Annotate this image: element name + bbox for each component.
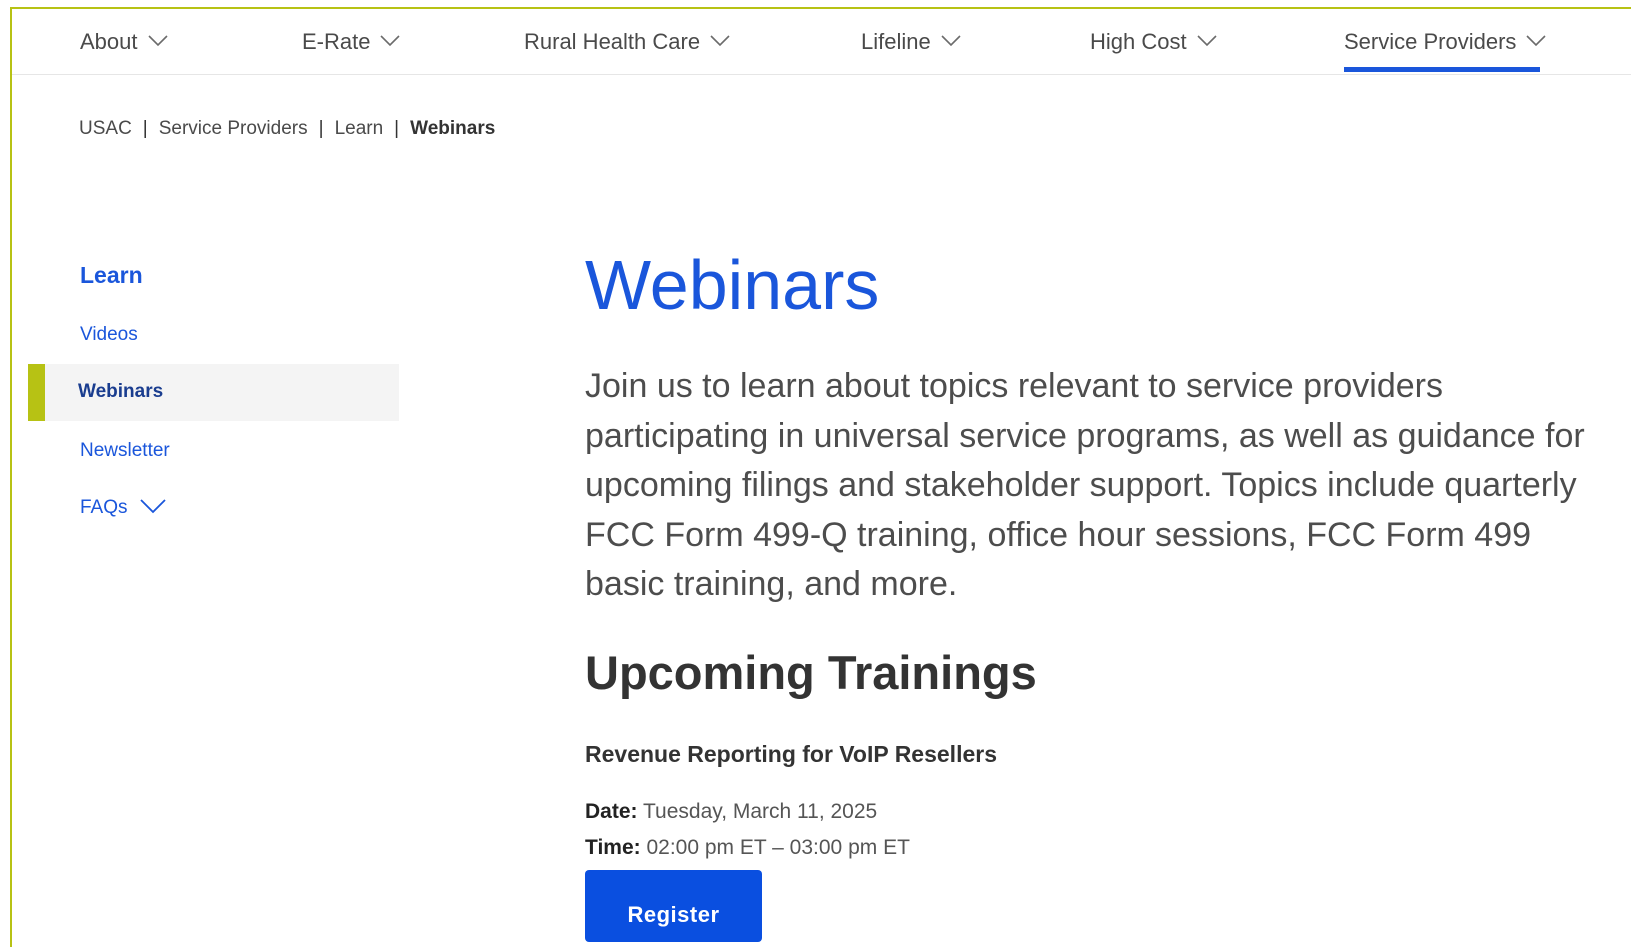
register-button[interactable]: Register [585, 870, 762, 942]
breadcrumb-link-service-providers[interactable]: Service Providers [159, 118, 308, 139]
sidebar-item-webinars[interactable]: Webinars [28, 364, 399, 421]
nav-item-label: High Cost [1090, 29, 1187, 54]
time-label: Time: [585, 836, 641, 859]
sidebar-item-label: FAQs [80, 497, 128, 518]
nav-item-label: E-Rate [302, 29, 371, 54]
intro-paragraph: Join us to learn about topics relevant t… [585, 367, 1585, 603]
breadcrumb-separator: | [394, 118, 400, 139]
nav-item-service-providers[interactable]: Service Providers [1344, 29, 1546, 75]
nav-item-rural-health-care[interactable]: Rural Health Care [524, 29, 730, 75]
nav-item-label: Rural Health Care [524, 29, 701, 54]
sidebar-item-faqs[interactable]: FAQs [80, 497, 166, 519]
top-nav: About E-Rate Rural Health Care Lifeline … [12, 9, 1631, 75]
breadcrumb-current: Webinars [410, 118, 496, 139]
sidebar-item-videos[interactable]: Videos [80, 324, 138, 346]
time-value: 02:00 pm ET – 03:00 pm ET [646, 836, 910, 859]
chevron-down-icon [1197, 33, 1217, 47]
chevron-down-icon [380, 33, 401, 47]
breadcrumb: USAC | Service Providers | Learn | Webinars [79, 118, 495, 140]
breadcrumb-separator: | [142, 118, 148, 139]
training-title: Revenue Reporting for VoIP Resellers [585, 741, 997, 767]
nav-item-label: Service Providers [1344, 29, 1517, 54]
nav-item-about[interactable]: About [80, 29, 168, 75]
nav-item-e-rate[interactable]: E-Rate [302, 29, 401, 75]
nav-item-lifeline[interactable]: Lifeline [861, 29, 961, 75]
chevron-down-icon [147, 33, 168, 47]
sidebar-title[interactable]: Learn [80, 262, 143, 289]
nav-item-label: About [80, 29, 138, 54]
date-value: Tuesday, March 11, 2025 [642, 800, 878, 823]
section-title: Upcoming Trainings [585, 646, 1037, 699]
breadcrumb-separator: | [318, 118, 324, 139]
chevron-down-icon [710, 33, 730, 47]
training-date: Date: Tuesday, March 11, 2025 [585, 800, 877, 824]
training-time: Time: 02:00 pm ET – 03:00 pm ET [585, 836, 910, 860]
nav-item-label: Lifeline [861, 29, 931, 54]
breadcrumb-link-learn[interactable]: Learn [335, 118, 384, 139]
chevron-down-icon [1526, 33, 1546, 47]
date-label: Date: [585, 800, 638, 823]
page-title: Webinars [585, 246, 880, 324]
chevron-down-icon [941, 33, 961, 47]
chevron-down-icon [139, 498, 166, 520]
sidebar-item-label: Webinars [78, 381, 164, 402]
breadcrumb-link-usac[interactable]: USAC [79, 118, 132, 139]
nav-item-high-cost[interactable]: High Cost [1090, 29, 1217, 75]
active-indicator [28, 364, 45, 421]
sidebar-item-newsletter[interactable]: Newsletter [80, 440, 170, 462]
